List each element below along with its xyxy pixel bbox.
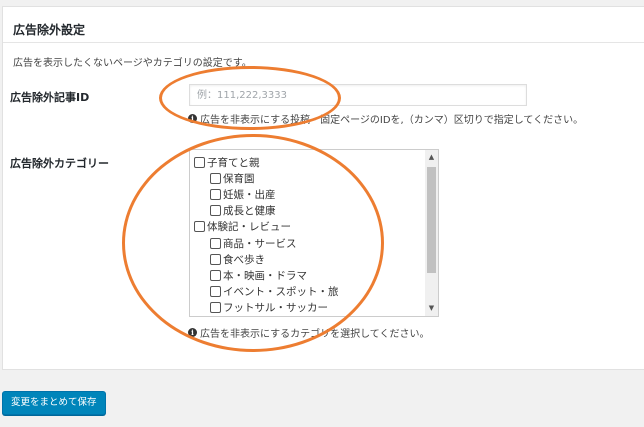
category-label: イベント・スポット・旅	[223, 286, 339, 299]
categories-help-text: 広告を非表示にするカテゴリを選択してください。	[200, 329, 430, 340]
category-list: 子育てと親保育園妊娠・出産成長と健康体験記・レビュー商品・サービス 食べ歩き本・映…	[194, 154, 424, 317]
post-ids-input[interactable]	[189, 84, 527, 106]
category-label: 食べ歩き	[223, 253, 265, 266]
category-checkbox[interactable]	[210, 253, 221, 265]
post-ids-label: 広告除外記事ID	[10, 91, 90, 104]
category-checklist[interactable]: 子育てと親保育園妊娠・出産成長と健康体験記・レビュー商品・サービス 食べ歩き本・映…	[189, 149, 439, 317]
category-checkbox[interactable]	[210, 286, 221, 298]
divider	[3, 42, 644, 43]
category-checkbox[interactable]	[210, 188, 221, 200]
category-item[interactable]: 食べ歩き	[194, 251, 424, 267]
info-icon: i	[188, 114, 197, 123]
category-item[interactable]: 商品・サービス	[194, 235, 424, 251]
category-item[interactable]: 本・映画・ドラマ	[194, 267, 424, 283]
scroll-down-icon[interactable]: ▼	[425, 302, 438, 315]
category-label: 子育てと親	[207, 156, 260, 169]
save-button[interactable]: 変更をまとめて保存	[2, 391, 106, 415]
post-ids-help: i 広告を非表示にする投稿・固定ページのIDを,（カンマ）区切りで指定してくださ…	[188, 111, 583, 126]
category-label: 体験記・レビュー	[207, 221, 291, 234]
scroll-thumb[interactable]	[427, 167, 436, 273]
category-label: 保育園	[223, 172, 255, 185]
category-item[interactable]: イベント・スポット・旅	[194, 284, 424, 300]
category-label: 妊娠・出産	[223, 188, 276, 201]
category-label: 動画	[207, 316, 228, 317]
panel-description: 広告を表示したくないページやカテゴリの設定です。	[13, 58, 252, 69]
category-checkbox[interactable]	[210, 269, 221, 281]
category-label: 本・映画・ドラマ	[223, 269, 307, 282]
category-item[interactable]: 妊娠・出産	[194, 186, 424, 202]
category-item[interactable]: 動画	[194, 316, 424, 317]
category-label: 成長と健康	[223, 205, 276, 218]
category-checkbox[interactable]	[210, 205, 221, 217]
category-item[interactable]: フットサル・サッカー	[194, 300, 424, 316]
scrollbar[interactable]: ▲ ▼	[425, 150, 438, 316]
category-item[interactable]: 保育園	[194, 170, 424, 186]
category-item[interactable]: 子育てと親	[194, 154, 424, 170]
category-checkbox[interactable]	[194, 221, 205, 233]
categories-label: 広告除外カテゴリー	[10, 157, 109, 170]
category-checkbox[interactable]	[210, 172, 221, 184]
categories-help: i 広告を非表示にするカテゴリを選択してください。	[188, 325, 430, 340]
scroll-up-icon[interactable]: ▲	[425, 151, 438, 164]
category-checkbox[interactable]	[210, 302, 221, 314]
category-checkbox[interactable]	[210, 237, 221, 249]
category-label: 商品・サービス	[223, 237, 297, 250]
post-ids-help-text: 広告を非表示にする投稿・固定ページのIDを,（カンマ）区切りで指定してください。	[200, 115, 584, 126]
panel-title: 広告除外設定	[13, 23, 86, 37]
category-checkbox[interactable]	[194, 156, 205, 168]
info-icon: i	[188, 328, 197, 337]
category-label: フットサル・サッカー	[223, 302, 328, 315]
category-item[interactable]: 成長と健康	[194, 203, 424, 219]
category-item[interactable]: 体験記・レビュー	[194, 219, 424, 235]
